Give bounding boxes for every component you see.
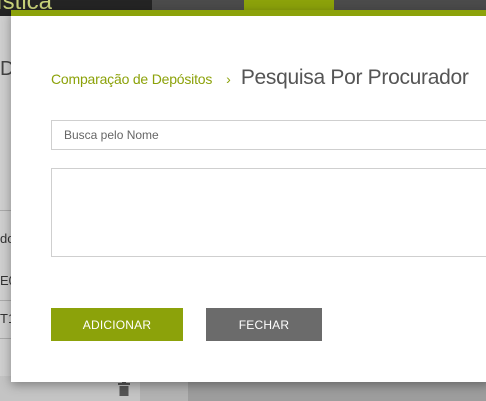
breadcrumb: Comparação de Depósitos › Pesquisa Por P… xyxy=(51,66,469,90)
name-search-input[interactable] xyxy=(51,120,486,150)
trash-icon[interactable] xyxy=(118,382,130,396)
close-button[interactable]: FECHAR xyxy=(206,308,322,341)
breadcrumb-parent-link[interactable]: Comparação de Depósitos xyxy=(51,71,212,87)
search-attorney-modal: Comparação de Depósitos › Pesquisa Por P… xyxy=(11,10,486,382)
add-button[interactable]: ADICIONAR xyxy=(51,308,183,341)
chevron-right-icon: › xyxy=(226,71,231,87)
modal-title: Pesquisa Por Procurador xyxy=(240,66,469,89)
results-list[interactable] xyxy=(51,168,486,257)
